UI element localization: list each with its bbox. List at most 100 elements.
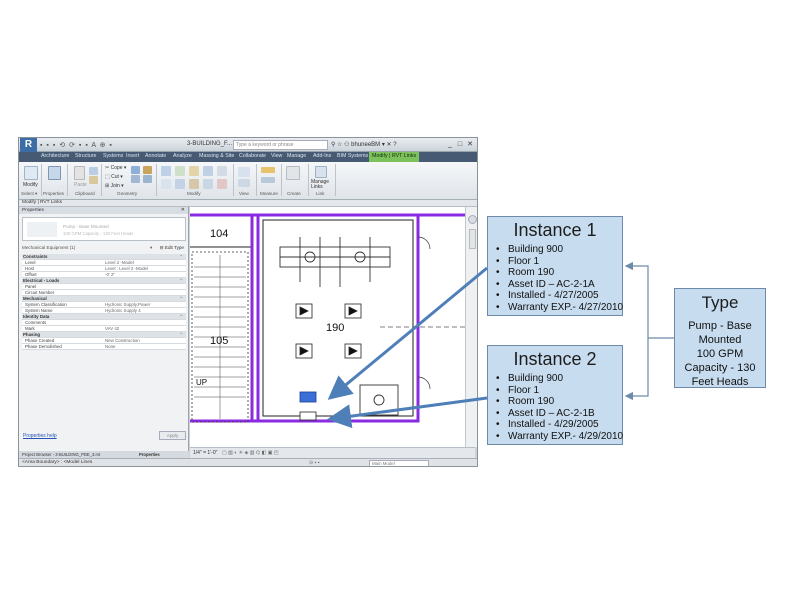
zoom-bar-icon[interactable]	[469, 229, 476, 249]
search-input[interactable]: Type a keyword or phrase	[233, 140, 328, 150]
instance-filter-row[interactable]: Mechanical Equipment (1) ▾ ⊟ Edit Type	[22, 245, 186, 252]
tab-properties[interactable]: Properties	[139, 452, 160, 457]
ribbon-tabs: Architecture Structure Systems Insert An…	[19, 152, 477, 162]
property-key: Circuit Number	[25, 290, 55, 295]
create-group-icon[interactable]	[286, 166, 300, 180]
view-tool-icon[interactable]	[238, 179, 250, 187]
view-tool-icon[interactable]	[238, 167, 250, 177]
door-swing	[417, 236, 431, 250]
tab-annotate[interactable]: Annotate	[145, 153, 166, 159]
modify-button[interactable]: Modify	[23, 182, 38, 188]
cut-geometry-button[interactable]: ⬚ Cut ▾	[105, 174, 123, 180]
room-label-105[interactable]: 105	[210, 335, 228, 347]
tab-project-browser[interactable]: Project Browser - 3-BUILDING_PDE_3.rvt	[22, 452, 100, 457]
type-name: Pump - Base Mounted	[63, 224, 109, 229]
user-name[interactable]: ⚲ ☆ ⚇ bhuneeBM ▾ ✕ ?	[331, 141, 397, 148]
tab-view[interactable]: View	[271, 153, 282, 159]
tab-bim-systems[interactable]: BIM Systems	[337, 153, 368, 159]
type-line: Pump - Base	[688, 320, 752, 332]
ribbon-group-measure: Measure	[260, 191, 278, 196]
tab-massing-site[interactable]: Massing & Site	[199, 153, 234, 159]
tab-modify-rvt-links[interactable]: Modify | RVT Links	[369, 152, 420, 162]
type-selector[interactable]: Pump - Base Mounted 100 GPM Capacity - 1…	[22, 217, 186, 241]
property-key: Constraints	[23, 254, 48, 259]
close-icon[interactable]: ✕	[181, 207, 185, 214]
edit-type-label: Edit Type	[164, 245, 184, 250]
revit-app-icon[interactable]: R	[20, 138, 37, 152]
split-icon[interactable]	[189, 179, 199, 189]
properties-icon[interactable]	[48, 166, 61, 180]
geometry-tool-icon[interactable]	[131, 166, 140, 174]
property-key: Phase Demolished	[25, 344, 62, 349]
selected-pump[interactable]	[299, 391, 317, 403]
navigation-bar[interactable]	[465, 207, 477, 447]
browser-tabs: Project Browser - 3-BUILDING_PDE_3.rvt P…	[19, 451, 189, 458]
array-icon[interactable]	[203, 179, 213, 189]
cope-button[interactable]: ✂ Cope ▾	[105, 165, 126, 171]
ribbon-group-properties: Properties	[43, 191, 64, 196]
cut-icon[interactable]	[89, 167, 98, 175]
type-line: Capacity - 130	[684, 362, 756, 374]
tab-manage[interactable]: Manage	[287, 153, 306, 159]
chevron-down-icon[interactable]: ▾	[150, 245, 152, 251]
tab-systems[interactable]: Systems	[103, 153, 123, 159]
list-item: • Room 190	[496, 267, 555, 278]
drawing-canvas[interactable]: 104 190 105 UP	[190, 207, 465, 447]
rotate-icon[interactable]	[161, 179, 171, 189]
type-preview-icon	[27, 222, 57, 237]
design-option-select[interactable]: Main Model	[369, 460, 429, 466]
geometry-tool-icon[interactable]	[143, 166, 152, 174]
copy-icon[interactable]	[89, 176, 98, 184]
align-icon[interactable]	[161, 166, 171, 176]
geometry-tool-icon[interactable]	[143, 175, 152, 183]
close-button[interactable]: ✕	[465, 140, 475, 148]
manage-links-icon[interactable]	[315, 166, 327, 178]
tab-add-ins[interactable]: Add-Ins	[313, 153, 331, 159]
move-icon[interactable]	[203, 166, 213, 176]
type-title: Type	[701, 293, 739, 312]
delete-icon[interactable]	[217, 179, 227, 189]
properties-help-link[interactable]: Properties help	[23, 433, 57, 439]
instance-filter[interactable]: Mechanical Equipment (1)	[22, 245, 75, 250]
ribbon-group-select[interactable]: Select ▾	[21, 191, 37, 197]
type-description: Pump - Base Mounted 100 GPM Capacity - 1…	[675, 319, 765, 389]
properties-title: Properties	[22, 208, 44, 213]
geometry-tool-icon[interactable]	[131, 175, 140, 183]
floor-plan[interactable]: 104 190 105 UP	[190, 207, 465, 447]
view-cube-icon[interactable]	[468, 215, 477, 224]
tab-insert[interactable]: Insert	[126, 153, 139, 159]
manage-links-button[interactable]: Manage Links	[311, 180, 333, 190]
paste-icon[interactable]	[74, 166, 85, 180]
join-button[interactable]: ⊞ Join ▾	[105, 183, 124, 189]
tab-architecture[interactable]: Architecture	[41, 153, 69, 159]
mirror-icon[interactable]	[189, 166, 199, 176]
offset-icon[interactable]	[175, 166, 185, 176]
list-item: • Room 190	[496, 396, 555, 407]
worksharing-icons[interactable]: ⊙ ▪ ▪	[309, 460, 320, 466]
tab-collaborate[interactable]: Collaborate	[239, 153, 266, 159]
minimize-button[interactable]: _	[445, 141, 455, 148]
view-control-bar: 1/4" = 1'-0" ▢ ▨ ◐ ☀ ◈ ▥ ⌬ ◧ ▣ ◰	[190, 447, 475, 458]
modify-cursor-icon[interactable]	[24, 166, 38, 180]
context-bar: Modify | RVT Links	[19, 200, 477, 207]
tab-structure[interactable]: Structure	[75, 153, 97, 159]
measure-icon[interactable]	[261, 167, 275, 173]
apply-button[interactable]: Apply	[159, 431, 186, 440]
view-scale[interactable]: 1/4" = 1'-0"	[193, 450, 217, 456]
room-label-104[interactable]: 104	[210, 228, 228, 240]
maximize-button[interactable]: □	[455, 141, 465, 148]
property-row[interactable]: Phase Demolished None	[22, 344, 186, 350]
tab-analyze[interactable]: Analyze	[173, 153, 192, 159]
trim-icon[interactable]	[175, 179, 185, 189]
copy-element-icon[interactable]	[217, 166, 227, 176]
room-label-190[interactable]: 190	[326, 322, 344, 334]
context-label: Modify | RVT Links	[22, 200, 62, 205]
dimension-icon[interactable]	[261, 177, 275, 183]
edit-type-button[interactable]: ⊟ Edit Type	[160, 245, 184, 251]
quick-access-toolbar[interactable]: ▪ ▪ ▪ ⟲ ⟳ ▪ ▪ A ⊕ ▪	[40, 141, 113, 149]
property-key: Identity Data	[23, 314, 50, 319]
pump-instance-2[interactable]	[299, 411, 317, 421]
view-control-icons[interactable]: ▢ ▨ ◐ ☀ ◈ ▥ ⌬ ◧ ▣ ◰	[222, 450, 279, 456]
property-value: Hydronic Supply 4	[105, 308, 141, 313]
paste-button[interactable]: Paste	[74, 182, 87, 188]
